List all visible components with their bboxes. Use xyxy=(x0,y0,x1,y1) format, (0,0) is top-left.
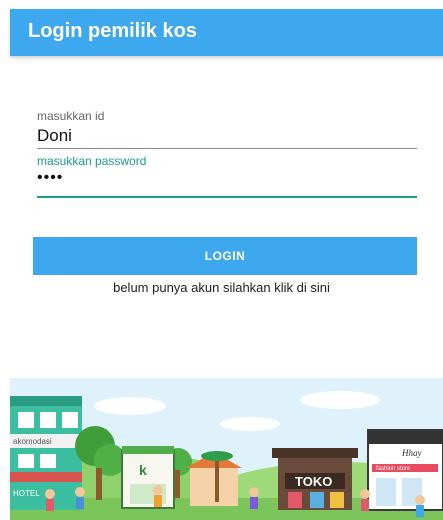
hotel-sign: HOTEL xyxy=(13,489,40,498)
id-field-underline xyxy=(37,148,417,149)
page-title: Login pemilik kos xyxy=(28,20,197,42)
store-sign: Hhay xyxy=(401,448,422,458)
akomodasi-sign: akomodasi xyxy=(13,437,52,446)
id-field-label: masukkan id xyxy=(37,109,105,123)
password-field[interactable]: •••• xyxy=(37,169,63,187)
store-subsign: fashion store xyxy=(376,466,411,472)
register-link[interactable]: belum punya akun silahkan klik di sini xyxy=(0,280,443,295)
password-field-underline xyxy=(37,196,417,198)
app-bar: Login pemilik kos xyxy=(10,9,443,56)
toko-sign: TOKO xyxy=(295,474,332,489)
svg-text:k: k xyxy=(139,462,147,478)
city-illustration: akomodasi HOTEL k TOKO Hhay fashion stor… xyxy=(10,378,443,520)
id-field[interactable]: Doni xyxy=(37,126,72,146)
login-button[interactable]: LOGIN xyxy=(33,237,417,275)
password-field-label: masukkan password xyxy=(37,154,147,168)
